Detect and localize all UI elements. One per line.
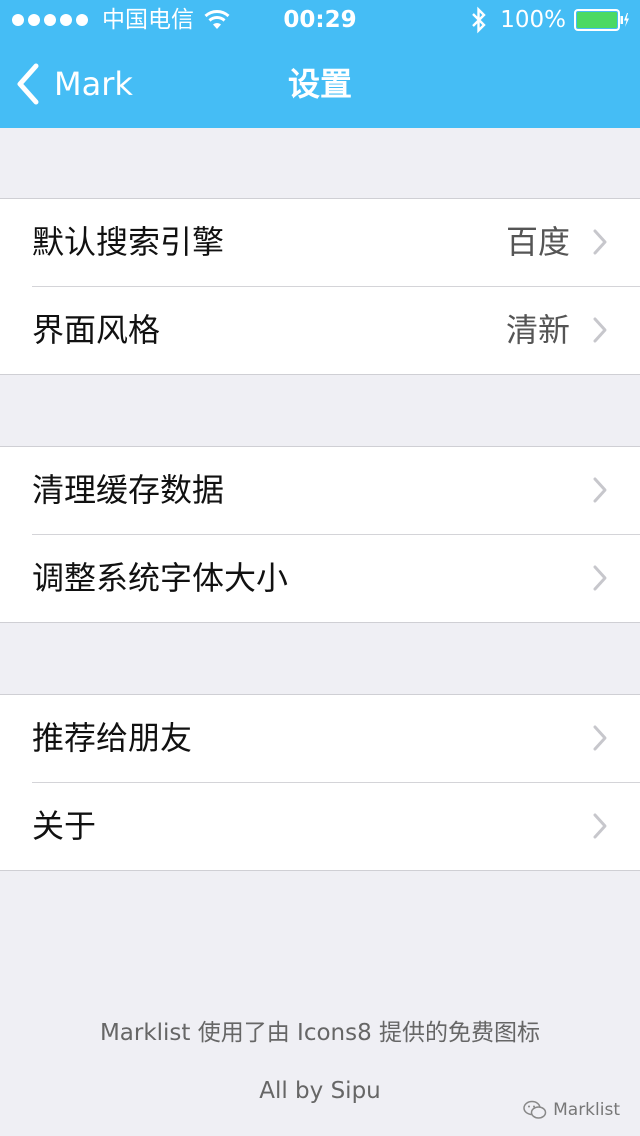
status-right: 100% xyxy=(470,6,630,34)
row-value: 百度 xyxy=(505,223,570,261)
chevron-right-icon xyxy=(593,477,607,503)
row-label: 调整系统字体大小 xyxy=(32,559,289,597)
wechat-icon xyxy=(523,1100,547,1119)
row-label: 清理缓存数据 xyxy=(32,471,225,509)
chevron-right-icon xyxy=(593,317,607,343)
row-label: 推荐给朋友 xyxy=(32,719,193,757)
icon-credit-text: Marklist 使用了由 Icons8 提供的免费图标 xyxy=(99,1020,541,1046)
status-bar: 中国电信 00:29 100% xyxy=(0,0,640,40)
bluetooth-icon xyxy=(472,6,486,34)
row-value: 清新 xyxy=(505,311,570,349)
row-label: 关于 xyxy=(32,807,97,845)
chevron-right-icon xyxy=(593,813,607,839)
settings-group-data: 清理缓存数据 调整系统字体大小 xyxy=(0,446,640,623)
settings-row-default-search-engine[interactable]: 默认搜索引擎 百度 xyxy=(0,199,640,286)
wechat-watermark: Marklist xyxy=(523,1096,620,1124)
settings-row-font-size[interactable]: 调整系统字体大小 xyxy=(0,534,640,622)
settings-row-clear-cache[interactable]: 清理缓存数据 xyxy=(0,447,640,534)
row-label: 默认搜索引擎 xyxy=(32,223,225,261)
settings-group-about: 推荐给朋友 关于 xyxy=(0,694,640,871)
settings-row-theme-style[interactable]: 界面风格 清新 xyxy=(0,286,640,374)
row-label: 界面风格 xyxy=(32,311,161,349)
settings-row-recommend[interactable]: 推荐给朋友 xyxy=(0,695,640,782)
chevron-right-icon xyxy=(593,725,607,751)
navigation-header: 中国电信 00:29 100% Mark 设置 xyxy=(0,0,640,128)
battery-icon xyxy=(574,9,629,31)
battery-percent: 100% xyxy=(500,7,566,33)
chevron-right-icon xyxy=(593,565,607,591)
settings-group-search: 默认搜索引擎 百度 界面风格 清新 xyxy=(0,198,640,375)
watermark-label: Marklist xyxy=(553,1100,620,1120)
chevron-right-icon xyxy=(593,229,607,255)
page-title: 设置 xyxy=(287,65,352,103)
settings-row-about[interactable]: 关于 xyxy=(0,782,640,870)
